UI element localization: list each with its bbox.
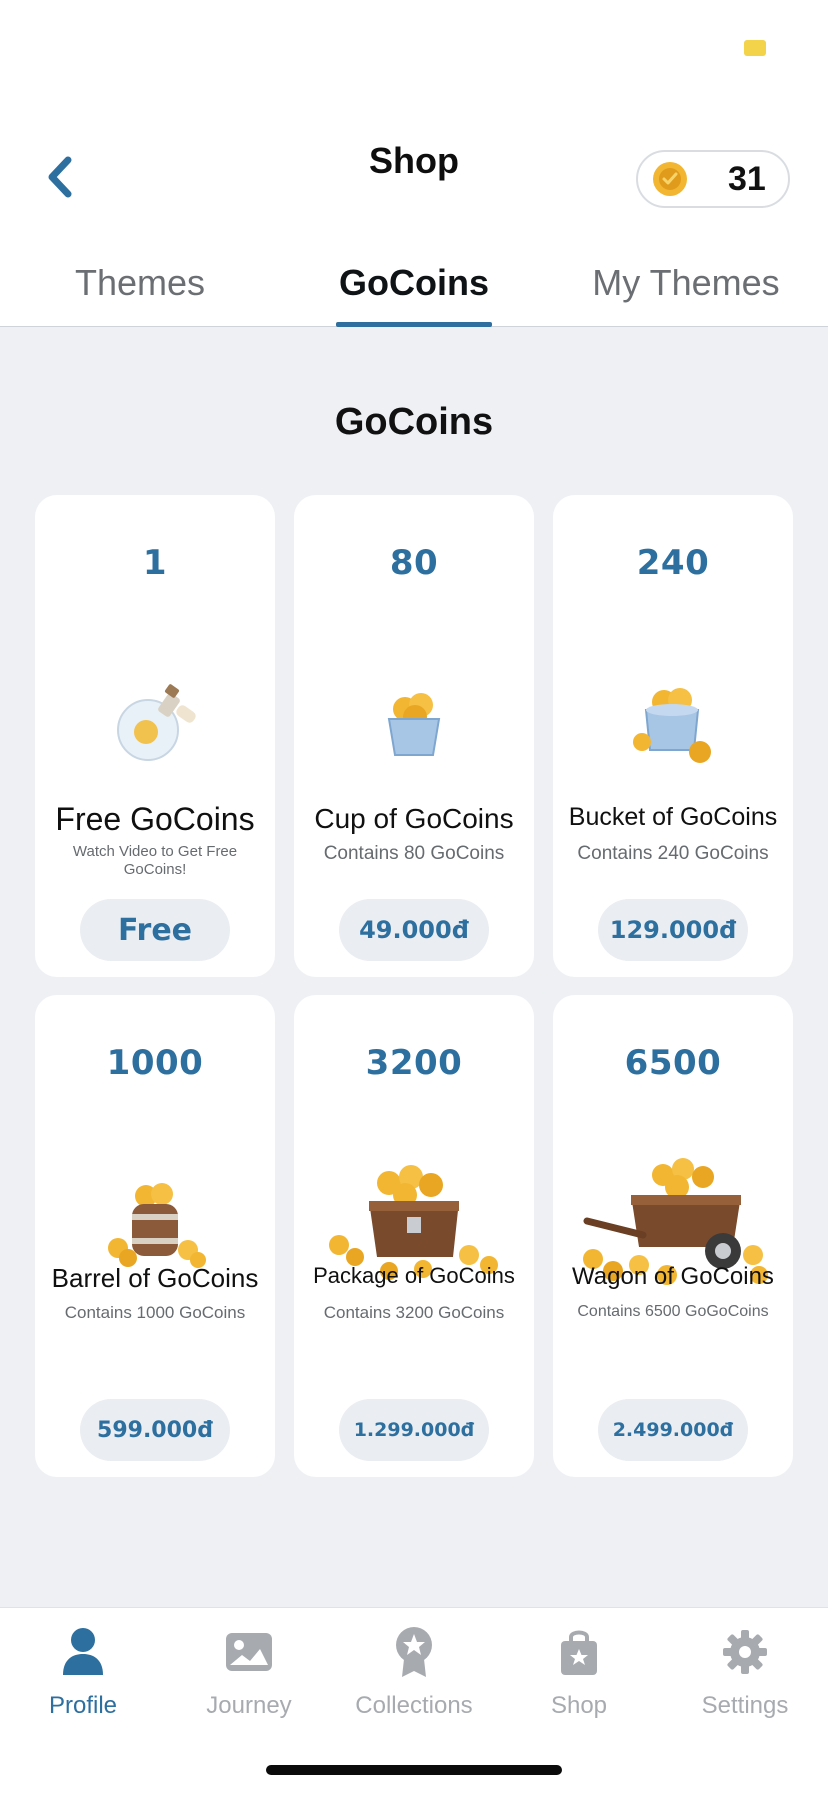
nav-item-profile[interactable]: Profile bbox=[0, 1624, 166, 1720]
price-button[interactable]: Free bbox=[80, 899, 230, 961]
coin-amount: 6500 bbox=[624, 1043, 722, 1083]
main-content: GoCoins 1 Free GoCoins Watch Video to Ge… bbox=[0, 327, 828, 1607]
nav-item-collections[interactable]: Collections bbox=[331, 1624, 497, 1720]
battery-icon bbox=[744, 40, 766, 56]
nav-label: Profile bbox=[48, 1692, 118, 1719]
coin-balance-badge[interactable]: 31 bbox=[636, 150, 790, 208]
potion-bottle-coin-icon bbox=[117, 684, 196, 761]
coin-amount: 240 bbox=[636, 543, 710, 583]
product-description: Contains 80 GoCoins bbox=[323, 843, 505, 864]
header: Shop 31 bbox=[0, 100, 828, 230]
nav-item-settings[interactable]: Settings bbox=[662, 1624, 828, 1720]
price-button[interactable]: 599.000đ bbox=[80, 1399, 230, 1461]
nav-label: Settings bbox=[701, 1692, 789, 1719]
nav-label: Journey bbox=[206, 1692, 292, 1719]
coin-icon bbox=[653, 162, 687, 196]
product-name: Barrel of GoCoins bbox=[51, 1263, 259, 1293]
product-description: Watch Video to Get Free GoCoins! bbox=[72, 843, 238, 878]
shopping-bag-icon bbox=[561, 1630, 597, 1675]
section-title: GoCoins bbox=[334, 401, 494, 443]
product-card-barrel[interactable]: 1000 Barrel of GoCoins Contains 1000 GoC… bbox=[35, 995, 275, 1477]
product-description: Contains 6500 GoGoCoins bbox=[577, 1303, 769, 1320]
price-button[interactable]: 2.499.000đ bbox=[598, 1399, 748, 1461]
product-card-bucket[interactable]: 240 Bucket of GoCoins Contains 240 GoCoi… bbox=[553, 495, 793, 977]
price-button[interactable]: 1.299.000đ bbox=[339, 1399, 489, 1461]
cup-of-coins-icon bbox=[387, 693, 441, 756]
product-card-wagon[interactable]: 6500 Wagon of GoCoins Contains 6500 GoGo… bbox=[553, 995, 793, 1477]
coin-amount: 80 bbox=[389, 543, 439, 583]
product-description: Contains 3200 GoCoins bbox=[323, 1303, 505, 1322]
price-button[interactable]: 49.000đ bbox=[339, 899, 489, 961]
bucket-of-coins-icon bbox=[633, 688, 711, 763]
home-indicator bbox=[266, 1765, 562, 1775]
nav-label: Shop bbox=[550, 1692, 608, 1719]
person-icon bbox=[63, 1628, 103, 1675]
barrel-of-coins-icon bbox=[108, 1183, 206, 1268]
status-bar bbox=[0, 0, 828, 100]
product-card-cup[interactable]: 80 Cup of GoCoins Contains 80 GoCoins 49… bbox=[294, 495, 534, 977]
tab-gocoins[interactable]: GoCoins bbox=[314, 262, 514, 326]
product-description: Contains 1000 GoCoins bbox=[64, 1303, 246, 1322]
tab-bar: Themes GoCoins My Themes bbox=[0, 252, 828, 327]
image-icon bbox=[226, 1633, 272, 1671]
coin-count: 31 bbox=[728, 159, 766, 198]
product-card-free[interactable]: 1 Free GoCoins Watch Video to Get Free G… bbox=[35, 495, 275, 977]
nav-item-journey[interactable]: Journey bbox=[166, 1624, 332, 1720]
product-name: Cup of GoCoins bbox=[314, 803, 514, 834]
product-description: Contains 240 GoCoins bbox=[577, 843, 769, 864]
product-name: Wagon of GoCoins bbox=[572, 1263, 774, 1290]
coin-amount: 1 bbox=[142, 543, 168, 583]
product-name: Package of GoCoins bbox=[313, 1263, 515, 1288]
price-button[interactable]: 129.000đ bbox=[598, 899, 748, 961]
gear-icon bbox=[723, 1630, 767, 1674]
nav-item-shop[interactable]: Shop bbox=[496, 1624, 662, 1720]
product-card-package[interactable]: 3200 Package of GoCoins Contains 3200 Go… bbox=[294, 995, 534, 1477]
coin-amount: 1000 bbox=[106, 1043, 204, 1083]
coin-amount: 3200 bbox=[365, 1043, 463, 1083]
product-name: Free GoCoins bbox=[55, 801, 255, 837]
tab-my-themes[interactable]: My Themes bbox=[566, 262, 806, 326]
nav-label: Collections bbox=[355, 1692, 473, 1719]
award-ribbon-icon bbox=[396, 1627, 432, 1677]
tab-themes[interactable]: Themes bbox=[40, 262, 240, 326]
product-name: Bucket of GoCoins bbox=[568, 803, 778, 831]
